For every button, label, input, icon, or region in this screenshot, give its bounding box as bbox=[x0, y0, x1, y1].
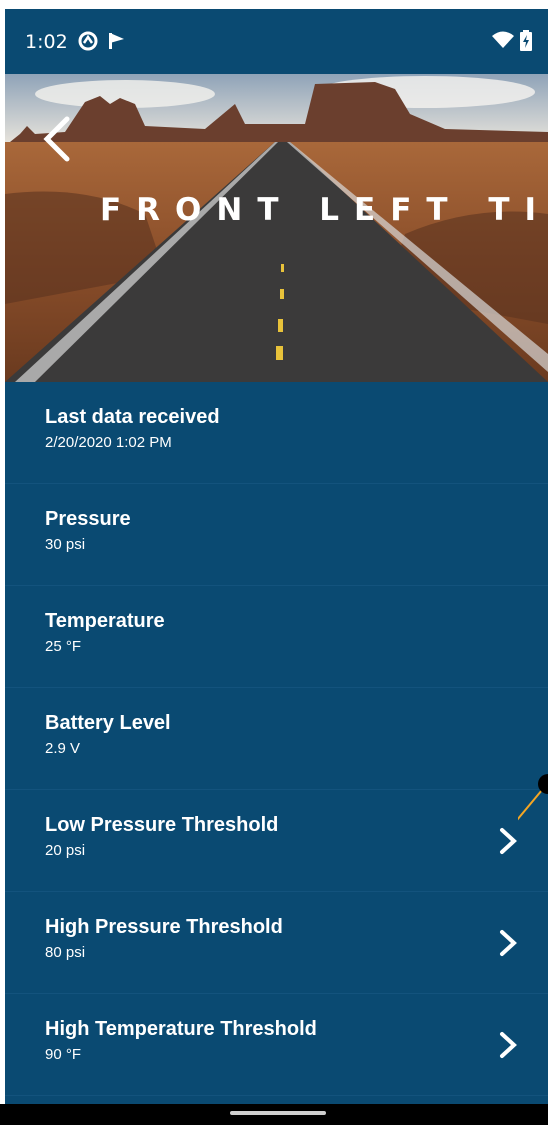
row-value: 80 psi bbox=[45, 944, 86, 961]
list-item-last-data-received: Last data received 2/20/2020 1:02 PM bbox=[5, 382, 548, 484]
row-label: Battery Level bbox=[45, 712, 171, 734]
row-label: Pressure bbox=[45, 508, 131, 530]
navigation-bar bbox=[0, 1104, 548, 1125]
list-item-battery-level: Battery Level 2.9 V bbox=[5, 688, 548, 790]
row-label: High Temperature Threshold bbox=[45, 1018, 317, 1040]
row-value: 90 °F bbox=[45, 1046, 82, 1063]
list-item-high-pressure-threshold[interactable]: High Pressure Threshold 80 psi bbox=[5, 892, 548, 994]
flag-icon bbox=[108, 31, 126, 56]
row-label: Low Pressure Threshold bbox=[45, 814, 279, 836]
row-label: High Pressure Threshold bbox=[45, 916, 283, 938]
tire-details-list: Last data received 2/20/2020 1:02 PM Pre… bbox=[5, 382, 548, 1096]
desert-road-image bbox=[5, 74, 548, 382]
list-item-high-temperature-threshold[interactable]: High Temperature Threshold 90 °F bbox=[5, 994, 548, 1096]
touch-indicator bbox=[518, 774, 548, 821]
chevron-right-icon bbox=[500, 1032, 517, 1058]
home-handle[interactable] bbox=[230, 1111, 326, 1115]
row-value: 25 °F bbox=[45, 638, 82, 655]
chevron-right-icon bbox=[500, 930, 517, 956]
status-bar: 1:02 bbox=[5, 9, 548, 74]
list-item-temperature: Temperature 25 °F bbox=[5, 586, 548, 688]
row-value: 2.9 V bbox=[45, 740, 81, 757]
list-item-low-pressure-threshold[interactable]: Low Pressure Threshold 20 psi bbox=[5, 790, 548, 892]
back-chevron-icon bbox=[43, 116, 70, 162]
back-button[interactable] bbox=[35, 109, 85, 169]
row-label: Last data received bbox=[45, 406, 220, 428]
wifi-icon bbox=[492, 31, 514, 54]
sync-circle-icon bbox=[78, 31, 98, 56]
list-item-pressure: Pressure 30 psi bbox=[5, 484, 548, 586]
status-time: 1:02 bbox=[25, 31, 68, 53]
row-label: Temperature bbox=[45, 610, 165, 632]
row-value: 2/20/2020 1:02 PM bbox=[45, 434, 172, 451]
row-value: 30 psi bbox=[45, 536, 86, 553]
page-title: FRONT LEFT TIRE bbox=[100, 192, 548, 228]
app-screen: 1:02 FRONT LEFT TI Last data received 2/… bbox=[5, 9, 548, 1125]
row-value: 20 psi bbox=[45, 842, 86, 859]
battery-charging-icon bbox=[520, 30, 532, 56]
hero-banner: FRONT LEFT TIRE bbox=[5, 74, 548, 382]
